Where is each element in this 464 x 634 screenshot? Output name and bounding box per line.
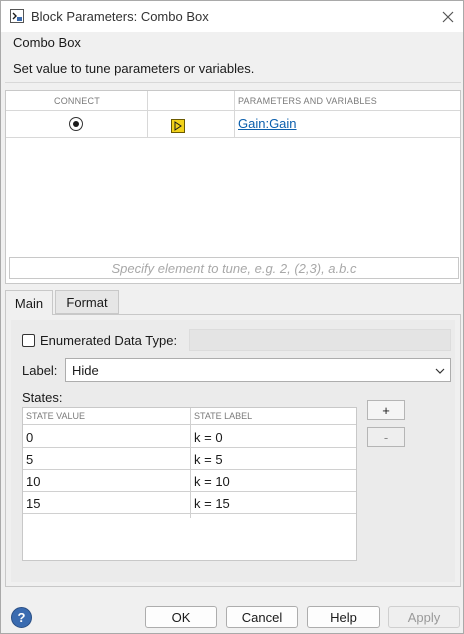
state-label-column-header: STATE LABEL [194, 411, 253, 421]
close-button[interactable] [435, 5, 461, 29]
remove-state-button[interactable]: - [367, 427, 405, 447]
state-value-cell[interactable]: 10 [26, 474, 40, 489]
cancel-button[interactable]: Cancel [226, 606, 298, 628]
enumerated-data-type-checkbox[interactable] [22, 334, 35, 347]
window-title: Block Parameters: Combo Box [31, 9, 209, 24]
gain-block-icon [171, 119, 185, 133]
states-group: States: STATE VALUE STATE LABEL 0 k = 0 … [22, 386, 452, 576]
simulink-app-icon [10, 9, 24, 23]
ok-button[interactable]: OK [145, 606, 217, 628]
add-state-button[interactable]: + [367, 400, 405, 420]
state-label-cell[interactable]: k = 15 [194, 496, 230, 511]
help-button[interactable]: Help [307, 606, 380, 628]
block-parameters-dialog: Block Parameters: Combo Box Combo Box Se… [0, 0, 464, 634]
state-label-cell[interactable]: k = 10 [194, 474, 230, 489]
states-title: States: [22, 390, 63, 405]
main-tab-content: Enumerated Data Type: Label: Hide States… [11, 320, 455, 582]
column-divider [190, 408, 191, 518]
table-row[interactable]: Gain:Gain [6, 111, 460, 138]
state-value-cell[interactable]: 15 [26, 496, 40, 511]
label-field-label: Label: [22, 363, 58, 378]
connection-table: CONNECT PARAMETERS AND VARIABLES Gain:Ga… [5, 90, 461, 284]
state-label-cell[interactable]: k = 5 [194, 452, 223, 467]
block-description-text: Set value to tune parameters or variable… [13, 61, 255, 76]
label-dropdown[interactable]: Hide [65, 358, 451, 382]
connect-column-header: CONNECT [54, 96, 100, 106]
title-bar: Block Parameters: Combo Box [1, 1, 463, 32]
help-icon[interactable]: ? [11, 607, 32, 628]
state-value-cell[interactable]: 5 [26, 452, 33, 467]
parameter-link[interactable]: Gain:Gain [238, 116, 297, 131]
dialog-footer: ? OK Cancel Help Apply [1, 599, 463, 633]
divider [5, 82, 461, 83]
close-icon [442, 11, 454, 23]
connect-radio[interactable] [69, 117, 83, 131]
tab-format[interactable]: Format [55, 290, 119, 314]
state-value-column-header: STATE VALUE [26, 411, 86, 421]
connection-table-header: CONNECT PARAMETERS AND VARIABLES [6, 91, 460, 111]
label-dropdown-value: Hide [72, 363, 99, 378]
tab-main[interactable]: Main [5, 290, 53, 315]
state-value-cell[interactable]: 0 [26, 430, 33, 445]
block-description: Combo Box Set value to tune parameters o… [5, 33, 461, 83]
element-filter-input[interactable] [9, 257, 459, 279]
main-tab-panel: Enumerated Data Type: Label: Hide States… [5, 314, 461, 587]
state-label-cell[interactable]: k = 0 [194, 430, 223, 445]
apply-button[interactable]: Apply [388, 606, 460, 628]
parameters-column-header: PARAMETERS AND VARIABLES [238, 96, 378, 106]
enumerated-data-type-field [189, 329, 451, 351]
enumerated-data-type-label: Enumerated Data Type: [40, 333, 178, 348]
block-type-title: Combo Box [13, 35, 81, 50]
states-table: STATE VALUE STATE LABEL 0 k = 0 5 k = 5 … [22, 407, 357, 561]
chevron-down-icon [435, 368, 445, 374]
